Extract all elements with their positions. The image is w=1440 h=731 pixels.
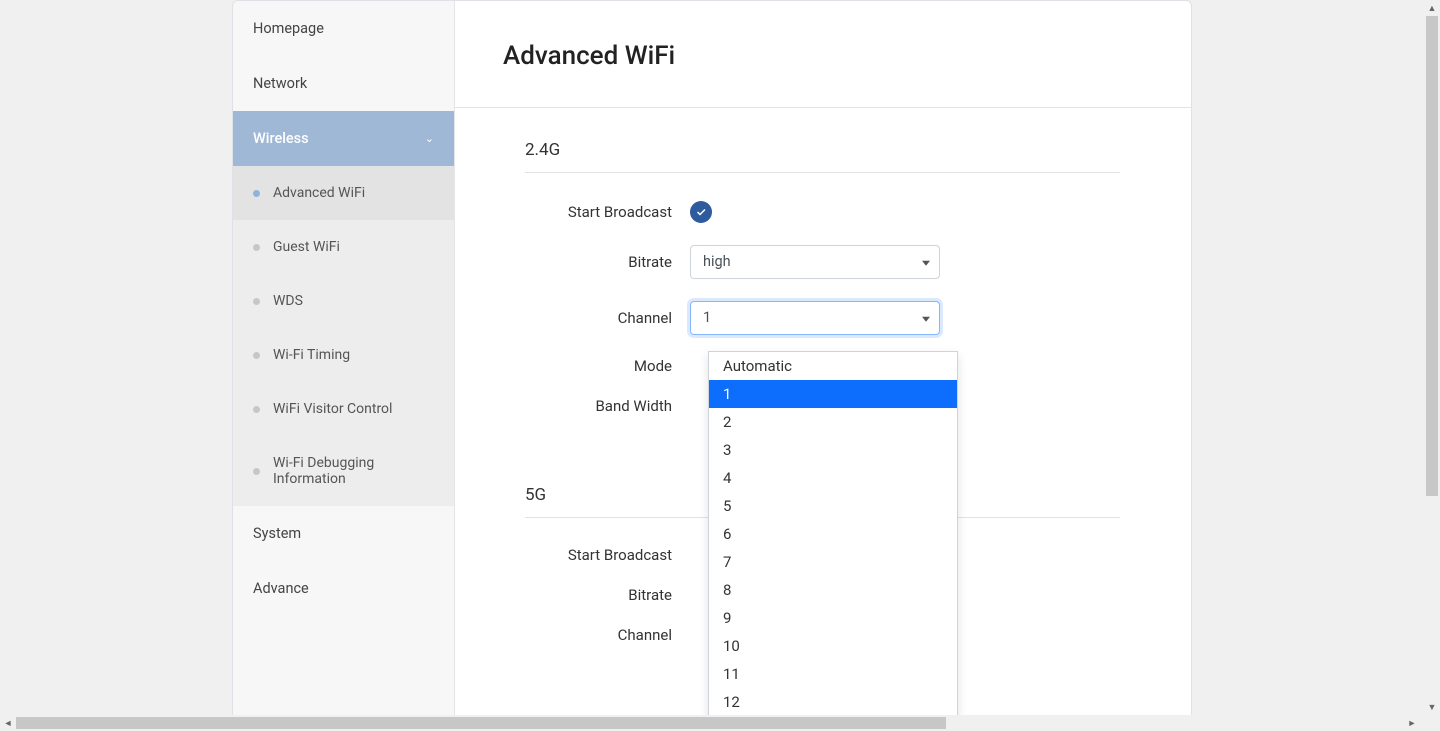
sidebar-sub-label: WDS — [273, 293, 303, 309]
sidebar-sub-label: WiFi Visitor Control — [273, 401, 392, 417]
dropdown-option-3[interactable]: 3 — [709, 436, 957, 464]
row-bitrate-24g: Bitrate high — [525, 245, 1143, 279]
dropdown-option-5[interactable]: 5 — [709, 492, 957, 520]
scroll-down-arrow-icon[interactable]: ▼ — [1424, 699, 1440, 715]
sidebar-item-advance[interactable]: Advance — [233, 561, 454, 616]
divider — [455, 107, 1191, 108]
content-area: Advanced WiFi 2.4G Start Broadcast Bitra… — [455, 1, 1191, 715]
sidebar-sub-wds[interactable]: WDS — [233, 274, 454, 328]
check-icon — [695, 206, 707, 218]
label-mode: Mode — [525, 357, 690, 375]
sidebar-sub-label: Guest WiFi — [273, 239, 340, 255]
sidebar-sub-label: Wi-Fi Timing — [273, 347, 350, 363]
chevron-down-icon: ⌄ — [425, 132, 434, 145]
label-bandwidth: Band Width — [525, 397, 690, 415]
bullet-icon — [253, 468, 260, 475]
sidebar-item-network[interactable]: Network — [233, 56, 454, 111]
wireless-submenu: Advanced WiFi Guest WiFi WDS Wi-Fi Timin… — [233, 166, 454, 506]
sidebar-sub-advanced-wifi[interactable]: Advanced WiFi — [233, 166, 454, 220]
channel-dropdown: Automatic 1 2 3 4 5 6 7 8 9 10 11 12 13 — [708, 351, 958, 715]
dropdown-option-4[interactable]: 4 — [709, 464, 957, 492]
bullet-icon — [253, 244, 260, 251]
dropdown-option-8[interactable]: 8 — [709, 576, 957, 604]
main-container: Homepage Network Wireless ⌄ Advanced WiF… — [232, 0, 1192, 715]
sidebar-sub-guest-wifi[interactable]: Guest WiFi — [233, 220, 454, 274]
sidebar-sub-label: Wi-Fi Debugging Information — [273, 455, 434, 487]
scroll-track[interactable] — [16, 715, 1404, 731]
scroll-thumb-v[interactable] — [1426, 16, 1438, 496]
sidebar-item-system[interactable]: System — [233, 506, 454, 561]
dropdown-option-12[interactable]: 12 — [709, 688, 957, 715]
dropdown-option-10[interactable]: 10 — [709, 632, 957, 660]
dropdown-option-1[interactable]: 1 — [709, 380, 957, 408]
bullet-icon — [253, 298, 260, 305]
horizontal-scrollbar[interactable]: ◄ ► — [0, 715, 1420, 731]
sidebar-item-label: Wireless — [253, 130, 309, 147]
bullet-icon — [253, 190, 260, 197]
page-title: Advanced WiFi — [503, 41, 1143, 71]
section-title-24g: 2.4G — [525, 140, 1120, 173]
scroll-right-arrow-icon[interactable]: ► — [1404, 715, 1420, 731]
scroll-up-arrow-icon[interactable]: ▲ — [1424, 0, 1440, 16]
dropdown-option-2[interactable]: 2 — [709, 408, 957, 436]
start-broadcast-toggle-24g[interactable] — [690, 201, 712, 223]
sidebar-sub-wifi-debugging[interactable]: Wi-Fi Debugging Information — [233, 436, 454, 506]
scroll-left-arrow-icon[interactable]: ◄ — [0, 715, 16, 731]
bullet-icon — [253, 352, 260, 359]
vertical-scrollbar[interactable]: ▲ ▼ — [1424, 0, 1440, 715]
dropdown-option-6[interactable]: 6 — [709, 520, 957, 548]
scroll-track-v[interactable] — [1424, 16, 1440, 699]
label-start-broadcast-5g: Start Broadcast — [525, 546, 690, 564]
dropdown-option-7[interactable]: 7 — [709, 548, 957, 576]
sidebar-item-wireless[interactable]: Wireless ⌄ — [233, 111, 454, 166]
scroll-thumb[interactable] — [16, 717, 946, 729]
sidebar-sub-wifi-timing[interactable]: Wi-Fi Timing — [233, 328, 454, 382]
sidebar-item-homepage[interactable]: Homepage — [233, 1, 454, 56]
sidebar-sub-wifi-visitor-control[interactable]: WiFi Visitor Control — [233, 382, 454, 436]
bitrate-select-24g[interactable]: high — [690, 245, 940, 279]
bullet-icon — [253, 406, 260, 413]
dropdown-option-11[interactable]: 11 — [709, 660, 957, 688]
dropdown-option-automatic[interactable]: Automatic — [709, 352, 957, 380]
sidebar: Homepage Network Wireless ⌄ Advanced WiF… — [233, 1, 455, 715]
row-start-broadcast-24g: Start Broadcast — [525, 201, 1143, 223]
row-channel-24g: Channel 1 — [525, 301, 1143, 335]
sidebar-sub-label: Advanced WiFi — [273, 185, 365, 201]
channel-select-24g[interactable]: 1 — [690, 301, 940, 335]
label-channel: Channel — [525, 309, 690, 327]
label-bitrate-5g: Bitrate — [525, 586, 690, 604]
label-bitrate: Bitrate — [525, 253, 690, 271]
dropdown-option-9[interactable]: 9 — [709, 604, 957, 632]
label-channel-5g: Channel — [525, 626, 690, 644]
label-start-broadcast: Start Broadcast — [525, 203, 690, 221]
